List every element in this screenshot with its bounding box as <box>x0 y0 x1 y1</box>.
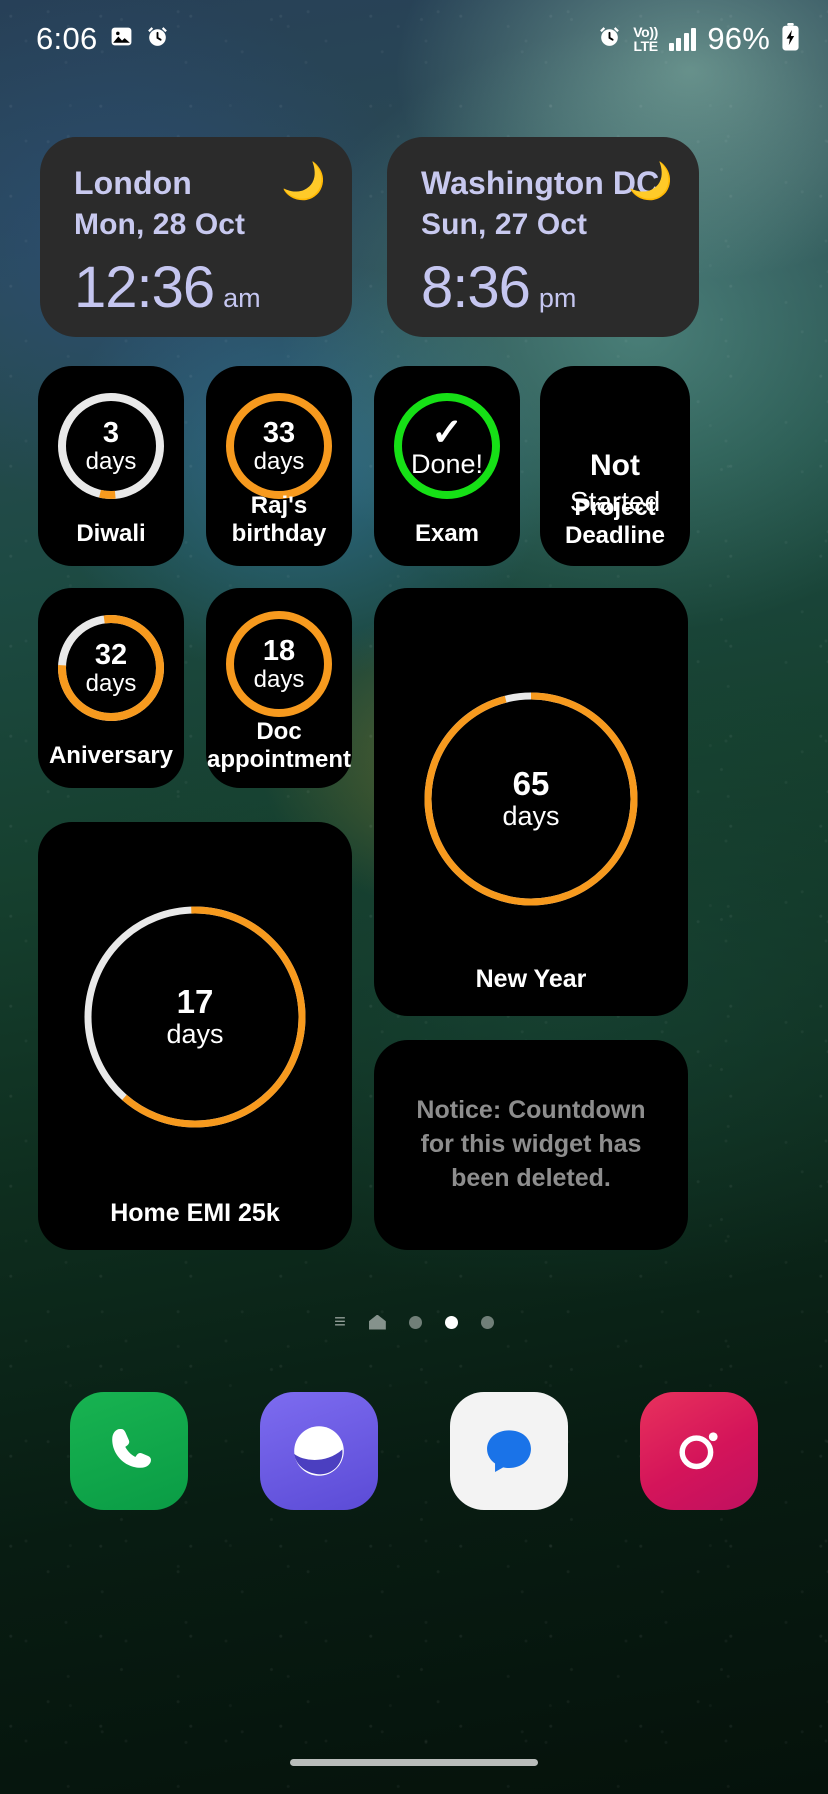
countdown-label-line1: Doc <box>256 718 302 746</box>
countdown-label: New Year <box>475 965 587 993</box>
clock-widget-washington-dc[interactable]: Washington DC Sun, 27 Oct 8:36 pm 🌙 <box>387 137 699 337</box>
countdown-label-line2: appointment <box>207 746 351 774</box>
progress-ring: 17 days <box>80 902 310 1132</box>
countdown-label-line2: Deadline <box>564 522 666 550</box>
page-dot-active[interactable] <box>444 1315 458 1329</box>
status-bar: 6:06 Vo)) LTE 96% <box>0 0 828 78</box>
check-icon: ✓ <box>431 411 463 454</box>
countdown-label: Diwali <box>76 520 146 548</box>
countdown-unit: days <box>253 665 305 693</box>
app-icon-messages[interactable] <box>450 1392 568 1510</box>
battery-charging-icon <box>781 22 800 56</box>
alarm-icon <box>145 24 170 54</box>
clock-widget-london[interactable]: London Mon, 28 Oct 12:36 am 🌙 <box>40 137 352 337</box>
countdown-status: Done! <box>410 448 484 479</box>
photos-icon <box>109 24 134 54</box>
countdown-unit: days <box>85 447 137 475</box>
moon-icon: 🌙 <box>628 160 673 201</box>
countdown-unit: days <box>166 1019 224 1050</box>
notice-message: Notice: Countdown for this widget has be… <box>416 1096 646 1192</box>
progress-ring: 32 days <box>55 612 167 724</box>
countdown-label: Exam <box>414 520 480 548</box>
progress-ring: ✓ Done! <box>391 390 503 502</box>
internet-icon <box>294 1426 344 1476</box>
clock-meridiem: pm <box>538 283 577 313</box>
navigation-bar <box>0 1730 828 1794</box>
dock <box>0 1392 828 1510</box>
page-indicator[interactable]: ≡ <box>0 1312 828 1332</box>
countdown-value: 18 <box>262 634 296 667</box>
app-list-icon[interactable]: ≡ <box>334 1312 346 1332</box>
countdown-widget-notice[interactable]: Notice: Countdown for this widget has be… <box>374 1040 688 1250</box>
countdown-value: 65 <box>512 765 550 803</box>
countdown-unit: days <box>85 669 137 697</box>
countdown-label: Home EMI 25k <box>110 1199 280 1227</box>
alarm-icon <box>597 24 622 54</box>
countdown-value: 33 <box>262 416 296 449</box>
countdown-widget-diwali[interactable]: 3 days Diwali <box>38 366 184 566</box>
page-dot[interactable] <box>408 1315 422 1329</box>
clock-time-value: 8:36 <box>421 255 531 320</box>
countdown-value: 17 <box>176 983 214 1021</box>
camera-icon <box>679 1432 718 1470</box>
messages-icon <box>487 1430 531 1473</box>
phone-icon <box>112 1429 151 1468</box>
ring-center-text: 65 days <box>420 688 642 910</box>
progress-ring: 18 days <box>223 608 335 720</box>
countdown-value: 3 <box>102 416 120 449</box>
ring-center-text: 32 days <box>55 612 167 724</box>
countdown-status-line1: Not <box>590 449 640 482</box>
progress-ring: 33 days <box>223 390 335 502</box>
progress-ring: 3 days <box>55 390 167 502</box>
countdown-label-line1: Project <box>574 494 656 522</box>
countdown-widget-project-deadline[interactable]: Not Started Project Deadline <box>540 366 690 566</box>
clock-date: Mon, 28 Oct <box>74 208 246 241</box>
page-dot[interactable] <box>480 1315 494 1329</box>
app-icon-internet[interactable] <box>260 1392 378 1510</box>
ring-center-text: 18 days <box>223 608 335 720</box>
countdown-widget-rajs-birthday[interactable]: 33 days Raj's birthday <box>206 366 352 566</box>
status-bar-right: Vo)) LTE 96% <box>597 21 800 57</box>
countdown-widget-exam[interactable]: ✓ Done! Exam <box>374 366 520 566</box>
countdown-unit: days <box>502 801 560 832</box>
status-bar-left: 6:06 <box>36 21 170 57</box>
countdown-label: Project Deadline <box>540 494 690 550</box>
volte-icon: Vo)) LTE <box>633 24 658 54</box>
countdown-unit: days <box>253 447 305 475</box>
progress-ring: 65 days <box>420 688 642 910</box>
signal-icon <box>668 27 697 51</box>
battery-percent: 96% <box>707 21 770 56</box>
countdown-value: 32 <box>94 638 128 671</box>
countdown-label: Aniversary <box>48 742 174 770</box>
countdown-label: Raj's birthday <box>231 492 327 548</box>
clock-time: 12:36 am <box>74 254 326 321</box>
countdown-widget-home-emi[interactable]: 17 days Home EMI 25k <box>38 822 352 1250</box>
countdown-widget-anniversary[interactable]: 32 days Aniversary <box>38 588 184 788</box>
clock-date: Sun, 27 Oct <box>421 208 588 241</box>
app-icon-instagram[interactable] <box>640 1392 758 1510</box>
home-page-icon[interactable] <box>368 1314 386 1330</box>
countdown-label: Doc appointment <box>206 718 352 774</box>
moon-icon: 🌙 <box>281 160 326 201</box>
ring-center-text: ✓ Done! <box>391 390 503 502</box>
app-icon-phone[interactable] <box>70 1392 188 1510</box>
dual-clock-widget-row: London Mon, 28 Oct 12:36 am 🌙 Washington… <box>40 137 699 337</box>
clock-time-value: 12:36 <box>74 255 215 320</box>
countdown-widget-new-year[interactable]: 65 days New Year <box>374 588 688 1016</box>
ring-center-text: 33 days <box>223 390 335 502</box>
ring-center-text: 17 days <box>80 902 310 1132</box>
clock-meridiem: am <box>223 283 261 313</box>
status-time: 6:06 <box>36 21 98 56</box>
ring-center-text: 3 days <box>55 390 167 502</box>
clock-time: 8:36 pm <box>421 254 673 321</box>
home-gesture-pill[interactable] <box>290 1758 538 1766</box>
countdown-widget-doc-appointment[interactable]: 18 days Doc appointment <box>206 588 352 788</box>
